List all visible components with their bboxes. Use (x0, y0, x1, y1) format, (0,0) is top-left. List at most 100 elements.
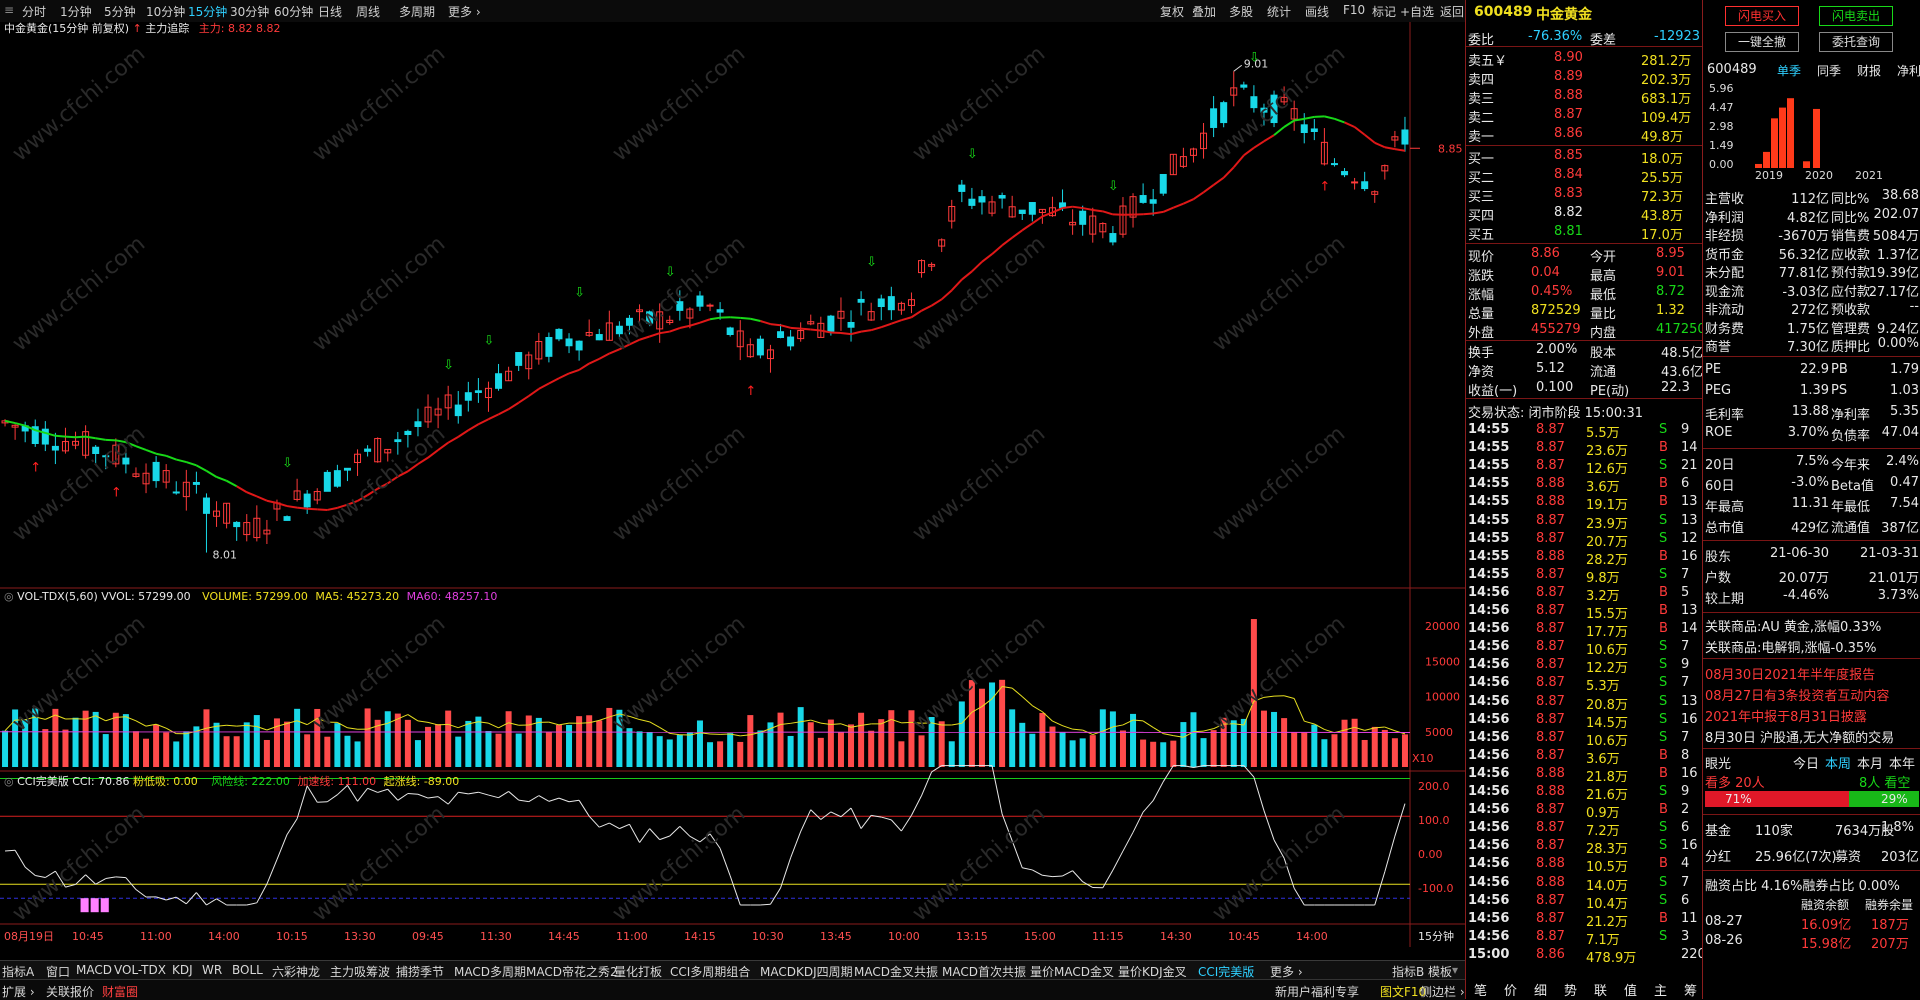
indicator-tab[interactable]: 六彩神龙 (272, 963, 320, 980)
volume-bar (949, 741, 955, 767)
panel-tab-icon[interactable]: 筹 (1684, 980, 1697, 999)
related-quote-tab[interactable]: 关联报价 (46, 983, 94, 1000)
period-tab[interactable]: 15分钟 (188, 3, 227, 20)
panel-tab-icon[interactable]: 势 (1564, 980, 1577, 999)
related-commodity[interactable]: 关联商品:AU 黄金,涨幅0.33% (1705, 616, 1881, 635)
toolbar-tool[interactable]: 统计 (1267, 3, 1291, 20)
list-icon[interactable]: ≡ (4, 3, 14, 17)
eye-tab[interactable]: 本年 (1889, 753, 1915, 772)
indicator-tab[interactable]: 主力吸筹波 (330, 963, 390, 980)
indicator-tab[interactable]: BOLL (232, 963, 263, 977)
risk-value: 风险线: 222.00 (211, 775, 290, 788)
indicator-tab[interactable]: 量价MACD金叉 (1030, 963, 1114, 980)
sidebar-toggle[interactable]: 侧边栏 › (1420, 983, 1465, 1000)
indicator-tab[interactable]: VOL-TDX (114, 963, 166, 977)
indicator-tab[interactable]: 量价KDJ金叉 (1118, 963, 1187, 980)
volume-bar (163, 733, 169, 767)
template-tab[interactable]: 模板 (1428, 963, 1452, 980)
indicator-tab[interactable]: MACD多周期 (454, 963, 526, 980)
indicator-tab[interactable]: KDJ (172, 963, 193, 977)
panel-tab-icon[interactable]: 细 (1534, 980, 1547, 999)
toolbar-tool[interactable]: 标记 (1372, 3, 1396, 20)
dropdown-icon[interactable]: ▾ (1452, 963, 1458, 977)
indicator-tab[interactable]: 量化打板 (614, 963, 662, 980)
period-tab[interactable]: 5分钟 (104, 3, 136, 20)
fin-label: 非经损 (1705, 225, 1744, 244)
fin-tab[interactable]: 财报 (1857, 62, 1881, 79)
cancel-all-button[interactable]: 一键全撤 (1725, 32, 1799, 52)
flash-sell-button[interactable]: 闪电卖出 (1819, 6, 1893, 26)
indicator-tab[interactable]: MACDKDJ四周期 (760, 963, 853, 980)
down-signal-icon: ⇩ (665, 265, 676, 280)
kline-chart[interactable]: 9.018.018.85↑↑⇩⇩⇩⇩⇩↑⇩⇩⇩⇩↑200001500010000… (0, 22, 1465, 947)
eye-tab[interactable]: 今日 (1793, 753, 1819, 772)
panel-tab-icon[interactable]: 联 (1594, 980, 1607, 999)
period-tab[interactable]: 10分钟 (146, 3, 185, 20)
eye-tab[interactable]: 本月 (1857, 753, 1883, 772)
flash-buy-button[interactable]: 闪电买入 (1725, 6, 1799, 26)
order-query-button[interactable]: 委托查询 (1819, 32, 1893, 52)
panel-tab-icon[interactable]: 值 (1624, 980, 1637, 999)
news-item[interactable]: 08月30日2021年半年度报告 (1705, 664, 1875, 683)
related-commodity[interactable]: 关联商品:电解铜,涨幅-0.35% (1705, 637, 1877, 656)
toolbar-tool[interactable]: +自选 (1400, 3, 1434, 20)
indicator-tab[interactable]: MACD帝花之秀2 (526, 963, 618, 980)
panel-tab-icon[interactable]: 价 (1504, 980, 1517, 999)
toolbar-tool[interactable]: 叠加 (1192, 3, 1216, 20)
toolbar-tool[interactable]: F10 (1343, 3, 1365, 17)
indicator-tab[interactable]: 窗口 (46, 963, 70, 980)
panel-tab-icon[interactable]: 主 (1654, 980, 1667, 999)
indicator-tab[interactable]: MACD首次共振 (942, 963, 1026, 980)
news-item[interactable]: 08月27日有3条投资者互动内容 (1705, 685, 1889, 704)
period-tab[interactable]: 多周期 (399, 3, 435, 20)
indicator-b-tab[interactable]: 指标B (1392, 963, 1424, 980)
stat-label: 最高 (1590, 265, 1616, 284)
indicator-tab[interactable]: WR (202, 963, 222, 977)
news-item[interactable]: 2021年中报于8月31日披露 (1705, 706, 1867, 725)
toolbar-tool[interactable]: 画线 (1305, 3, 1329, 20)
volume-bar (1211, 730, 1217, 767)
toolbar-tool[interactable]: 返回 (1440, 3, 1464, 20)
toolbar-tool[interactable]: 多股 (1229, 3, 1253, 20)
period-tab[interactable]: 分时 (22, 3, 46, 20)
stock-name: 中金黄金 (1536, 4, 1592, 24)
indicator-tab[interactable]: MACD金叉共振 (854, 963, 938, 980)
news-item[interactable]: 8月30日 沪股通,无大净额的交易 (1705, 727, 1894, 746)
period-tab[interactable]: 周线 (356, 3, 380, 20)
panel-tab-icon[interactable]: 笔 (1474, 980, 1487, 999)
fin-value: 1.03 (1853, 383, 1919, 398)
stat-value: 455279 (1531, 322, 1581, 337)
margin-header: 融资余额 (1801, 896, 1849, 913)
candle-body (858, 299, 864, 302)
volume-bar (596, 721, 602, 767)
toolbar-tool[interactable]: 复权 (1160, 3, 1184, 20)
volume-bar (244, 722, 250, 767)
ask-price: 8.88 (1554, 88, 1583, 103)
separator-line (1703, 814, 1920, 815)
period-tab[interactable]: 60分钟 (274, 3, 313, 20)
fin-label: 总市值 (1705, 517, 1744, 536)
indicator-tab[interactable]: MACD (76, 963, 112, 977)
volume-bar (284, 722, 290, 767)
wealth-circle-tab[interactable]: 财富圈 (102, 983, 138, 1000)
tick-price: 8.87 (1536, 893, 1565, 908)
period-tab[interactable]: 更多 › (448, 3, 481, 20)
indicator-tab[interactable]: 指标A (2, 963, 34, 980)
tick-volume: 14.0万 (1586, 875, 1628, 894)
period-tab[interactable]: 日线 (318, 3, 342, 20)
indicator-tab[interactable]: 更多 › (1270, 963, 1303, 980)
indicator-tab[interactable]: CCI多周期组合 (670, 963, 750, 980)
tick-count: 12 (1681, 531, 1698, 546)
eye-tab[interactable]: 本周 (1825, 753, 1851, 772)
period-tab[interactable]: 1分钟 (60, 3, 92, 20)
chart-area[interactable]: 9.018.018.85↑↑⇩⇩⇩⇩⇩↑⇩⇩⇩⇩↑200001500010000… (0, 22, 1465, 947)
volume-bar (183, 731, 189, 767)
fin-tab[interactable]: 单季 (1777, 62, 1801, 79)
indicator-tab[interactable]: 捕捞季节 (396, 963, 444, 980)
indicator-tab[interactable]: CCI完美版 (1198, 963, 1254, 980)
volume-bar (73, 718, 79, 767)
expand-tab[interactable]: 扩展 › (2, 983, 35, 1000)
fin-tab[interactable]: 同季 (1817, 62, 1841, 79)
period-tab[interactable]: 30分钟 (230, 3, 269, 20)
new-user-welfare-link[interactable]: 新用户福利专享 (1275, 983, 1359, 1000)
